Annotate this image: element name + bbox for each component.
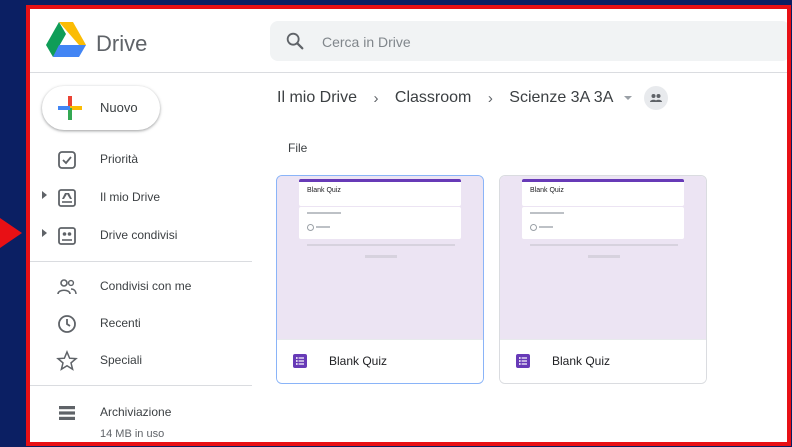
thumbnail-form-header: Blank Quiz <box>522 179 684 206</box>
sidebar-item-storage[interactable]: Archiviazione <box>30 398 260 428</box>
my-drive-icon <box>58 189 76 207</box>
sidebar-item-label: Drive condivisi <box>100 228 178 242</box>
thumbnail-form-header: Blank Quiz <box>299 179 461 206</box>
thumbnail-title: Blank Quiz <box>530 187 564 194</box>
app-name: Drive <box>96 31 148 56</box>
search-icon[interactable] <box>284 30 306 52</box>
annotation-frame: Drive Nuovo Priorità <box>26 5 791 446</box>
priority-icon <box>58 151 76 169</box>
sidebar-item-my-drive[interactable]: Il mio Drive <box>30 183 260 213</box>
sidebar-item-label: Speciali <box>100 353 143 367</box>
file-thumbnail: Blank Quiz <box>277 176 483 339</box>
sidebar-item-shared-drives[interactable]: Drive condivisi <box>30 221 260 251</box>
file-name: Blank Quiz <box>329 354 388 368</box>
file-thumbnail: Blank Quiz <box>500 176 706 339</box>
storage-usage-text: 14 MB in uso <box>100 428 165 440</box>
chevron-right-icon: › <box>373 89 379 107</box>
plus-icon <box>58 96 82 120</box>
breadcrumb-item-classroom[interactable]: Classroom <box>395 89 471 107</box>
sidebar-item-label: Priorità <box>100 152 139 166</box>
breadcrumb-item-current-folder[interactable]: Scienze 3A 3A <box>509 89 613 107</box>
sidebar-item-label: Il mio Drive <box>100 190 161 204</box>
sidebar-item-priority[interactable]: Priorità <box>30 145 260 175</box>
google-forms-icon <box>516 354 530 368</box>
sidebar-item-recent[interactable]: Recenti <box>30 309 260 339</box>
file-card[interactable]: Blank Quiz Blank Quiz <box>276 175 484 384</box>
file-footer: Blank Quiz <box>277 339 483 383</box>
clock-icon <box>58 315 76 333</box>
expand-caret-icon[interactable] <box>42 191 47 199</box>
sidebar-item-label: Condivisi con me <box>100 279 192 293</box>
file-name: Blank Quiz <box>552 354 611 368</box>
sidebar-item-shared-with-me[interactable]: Condivisi con me <box>30 272 260 302</box>
folder-menu-dropdown-icon[interactable] <box>623 96 632 100</box>
thumbnail-title: Blank Quiz <box>307 187 341 194</box>
sidebar-item-label: Recenti <box>100 316 141 330</box>
drive-logo-icon[interactable] <box>46 22 86 58</box>
search-input[interactable] <box>320 21 764 63</box>
google-forms-icon <box>293 354 307 368</box>
search-bar[interactable] <box>270 21 787 63</box>
star-icon <box>56 350 78 371</box>
new-button[interactable]: Nuovo <box>42 86 160 130</box>
sidebar-item-label: Archiviazione <box>100 405 172 419</box>
thumbnail-question <box>299 207 461 239</box>
shared-folder-icon[interactable] <box>644 86 669 110</box>
section-label-files: File <box>288 141 308 155</box>
shared-with-me-icon <box>57 279 77 295</box>
file-footer: Blank Quiz <box>500 339 706 383</box>
chevron-right-icon: › <box>487 89 493 107</box>
file-card[interactable]: Blank Quiz Blank Quiz <box>499 175 707 384</box>
thumbnail-question <box>522 207 684 239</box>
breadcrumb: Il mio Drive › Classroom › Scienze 3A 3A <box>277 86 669 112</box>
sidebar-divider <box>30 385 252 386</box>
top-bar: Drive <box>30 9 787 73</box>
storage-icon <box>59 406 75 420</box>
expand-caret-icon[interactable] <box>42 229 47 237</box>
shared-drives-icon <box>58 227 76 245</box>
sidebar-divider <box>30 261 252 262</box>
annotation-arrow <box>0 218 22 248</box>
breadcrumb-item-my-drive[interactable]: Il mio Drive <box>277 89 357 107</box>
new-button-label: Nuovo <box>100 100 138 115</box>
sidebar-item-starred[interactable]: Speciali <box>30 346 260 376</box>
